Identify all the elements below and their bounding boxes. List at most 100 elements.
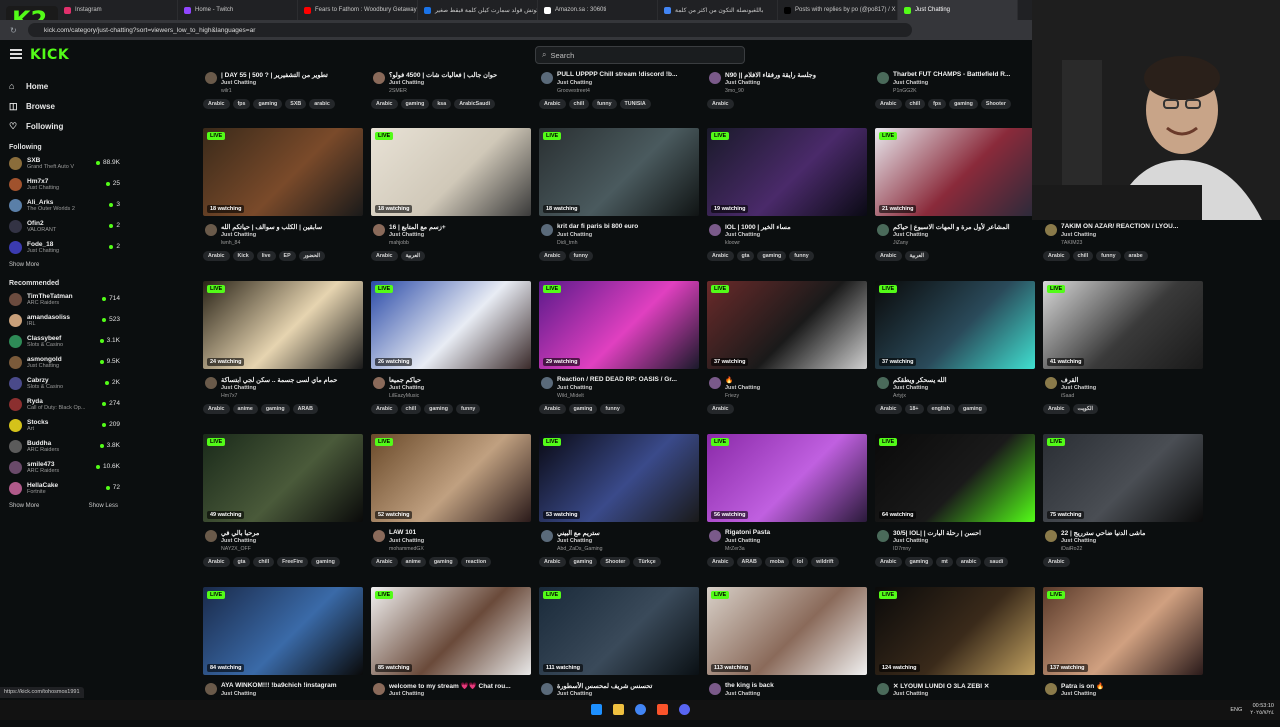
- stream-title[interactable]: حوان جالب | فعاليات شات | 4500 فولو؟: [389, 71, 533, 79]
- sidebar-item-following[interactable]: ♡ Following: [0, 116, 126, 136]
- tag[interactable]: Arabic: [371, 557, 398, 567]
- tag[interactable]: Türkçe: [633, 557, 661, 567]
- chrome-icon[interactable]: [635, 704, 646, 715]
- avatar[interactable]: [205, 72, 217, 84]
- tag[interactable]: Arabic: [203, 251, 230, 261]
- stream-info[interactable]: Reaction / RED DEAD RP: OASIS / Gr... Jus…: [539, 375, 701, 421]
- tag[interactable]: gaming: [757, 251, 787, 261]
- menu-icon[interactable]: [10, 49, 22, 59]
- tag[interactable]: gaming: [400, 99, 430, 109]
- stream-thumbnail[interactable]: LIVE 124 watching: [875, 587, 1035, 675]
- tag[interactable]: mt: [936, 557, 953, 567]
- tag[interactable]: Arabic: [1043, 557, 1070, 567]
- avatar[interactable]: [541, 377, 553, 389]
- search-input[interactable]: ⌕ Search: [535, 46, 745, 64]
- tag[interactable]: الكويت: [1072, 404, 1098, 414]
- stream-info[interactable]: المشاعر لأول مرة و المهات الاسبوع | حياك…: [875, 222, 1037, 268]
- stream-title[interactable]: تحسنس شريف لمحسس الأسطورة: [557, 682, 701, 690]
- tag[interactable]: gta: [736, 251, 755, 261]
- stream-thumbnail[interactable]: LIVE 75 watching: [1043, 434, 1203, 522]
- stream-title[interactable]: Reaction / RED DEAD RP: OASIS / Gr...: [557, 376, 701, 383]
- tag[interactable]: english: [926, 404, 956, 414]
- show-less-recommended[interactable]: Show Less: [80, 499, 118, 513]
- clock[interactable]: 00:53:10 ٢٠٢٥/٧/٢٤: [1250, 703, 1274, 716]
- avatar[interactable]: [709, 530, 721, 542]
- sidebar-channel[interactable]: Cabrzy Slots & Casino 2K: [0, 373, 126, 394]
- stream-title[interactable]: القرف: [1061, 376, 1205, 384]
- streamer-name[interactable]: Wild_Midelt: [557, 393, 584, 399]
- show-more-following[interactable]: Show More: [0, 258, 126, 272]
- sidebar-channel[interactable]: SXB Grand Theft Auto V 88.9K: [0, 153, 126, 174]
- sidebar-channel[interactable]: smile473 ARC Raiders 10.6K: [0, 457, 126, 478]
- tag[interactable]: الحضور: [298, 251, 326, 261]
- streamer-name[interactable]: LilEazyMusic: [389, 393, 419, 399]
- streamer-name[interactable]: MrZer3a: [725, 546, 745, 552]
- stream-category[interactable]: Just Chatting: [893, 80, 928, 86]
- avatar[interactable]: [877, 72, 889, 84]
- sidebar-channel[interactable]: Hm7x7 Just Chatting 25: [0, 174, 126, 195]
- tag[interactable]: ARAB: [736, 557, 762, 567]
- tag[interactable]: Arabic: [1043, 251, 1070, 261]
- stream-category[interactable]: Just Chatting: [725, 385, 760, 391]
- stream-category[interactable]: Just Chatting: [557, 691, 592, 697]
- avatar[interactable]: [1045, 377, 1057, 389]
- tag[interactable]: saudi: [984, 557, 1009, 567]
- tag[interactable]: chill: [904, 99, 926, 109]
- stream-category[interactable]: Just Chatting: [557, 232, 592, 238]
- stream-category[interactable]: Just Chatting: [557, 385, 592, 391]
- avatar[interactable]: [709, 377, 721, 389]
- streamer-name[interactable]: mohammedGX: [389, 546, 424, 552]
- stream-info[interactable]: | DAY 55 | 500 ? | تطوير من التشفيرير Jus…: [203, 70, 365, 116]
- stream-title[interactable]: 7AKIM ON AZAR/ REACTION / LYOU...: [1061, 223, 1205, 230]
- avatar[interactable]: [1045, 224, 1057, 236]
- avatar[interactable]: [373, 72, 385, 84]
- stream-category[interactable]: Just Chatting: [1061, 385, 1096, 391]
- avatar[interactable]: [877, 377, 889, 389]
- stream-title[interactable]: زسم مع المتابع | 16+: [389, 223, 533, 231]
- avatar[interactable]: [373, 683, 385, 695]
- sidebar-channel[interactable]: Ryda Call of Duty: Black Op... 274: [0, 394, 126, 415]
- browser-tab[interactable]: Posts with replies by po (@po817) / X: [778, 0, 898, 20]
- tag[interactable]: gaming: [949, 99, 978, 109]
- tag[interactable]: gaming: [310, 557, 340, 567]
- stream-thumbnail[interactable]: LIVE 37 watching: [875, 281, 1035, 369]
- tag[interactable]: funny: [592, 99, 617, 109]
- stream-info[interactable]: N90 || وجلسة رايقة ورفقاء الافلام Just Ch…: [707, 70, 869, 116]
- stream-info[interactable]: حياكم جميعا Just Chatting LilEazyMusic Arab…: [371, 375, 533, 421]
- avatar[interactable]: [373, 224, 385, 236]
- stream-title[interactable]: مرحبا بالي في: [221, 529, 365, 537]
- stream-category[interactable]: Just Chatting: [893, 538, 928, 544]
- stream-title[interactable]: المشاعر لأول مرة و المهات الاسبوع | حياك…: [893, 223, 1037, 231]
- tag[interactable]: funny: [1096, 251, 1121, 261]
- tag[interactable]: Arabic: [875, 99, 902, 109]
- stream-thumbnail[interactable]: LIVE 18 watching: [539, 128, 699, 216]
- stream-thumbnail[interactable]: LIVE 85 watching: [371, 587, 531, 675]
- stream-category[interactable]: Just Chatting: [893, 691, 928, 697]
- stream-thumbnail[interactable]: LIVE 137 watching: [1043, 587, 1203, 675]
- stream-thumbnail[interactable]: LIVE 56 watching: [707, 434, 867, 522]
- stream-info[interactable]: 7AKIM ON AZAR/ REACTION / LYOU... Just Ch…: [1043, 222, 1205, 268]
- tag[interactable]: Arabic: [539, 251, 566, 261]
- stream-thumbnail[interactable]: LIVE 52 watching: [371, 434, 531, 522]
- tag[interactable]: 18+: [904, 404, 924, 414]
- sidebar-item-browse[interactable]: ◫ Browse: [0, 96, 126, 116]
- tag[interactable]: moba: [764, 557, 789, 567]
- tag[interactable]: fps: [928, 99, 947, 109]
- tag[interactable]: EP: [278, 251, 296, 261]
- kick-logo[interactable]: KICK: [30, 47, 69, 63]
- stream-thumbnail[interactable]: LIVE 53 watching: [539, 434, 699, 522]
- streamer-name[interactable]: 7AKIM23: [1061, 240, 1082, 246]
- streamer-name[interactable]: Artyjx: [893, 393, 906, 399]
- stream-thumbnail[interactable]: LIVE 21 watching: [875, 128, 1035, 216]
- avatar[interactable]: [709, 224, 721, 236]
- browser-tab[interactable]: Instagram: [58, 0, 178, 20]
- sidebar-channel[interactable]: Fode_18 Just Chatting 2: [0, 237, 126, 258]
- avatar[interactable]: [541, 530, 553, 542]
- tag[interactable]: chill: [400, 404, 422, 414]
- avatar[interactable]: [709, 683, 721, 695]
- avatar[interactable]: [1045, 683, 1057, 695]
- stream-thumbnail[interactable]: LIVE 84 watching: [203, 587, 363, 675]
- tag[interactable]: Arabic: [707, 404, 734, 414]
- stream-category[interactable]: Just Chatting: [557, 538, 592, 544]
- stream-category[interactable]: Just Chatting: [221, 538, 256, 544]
